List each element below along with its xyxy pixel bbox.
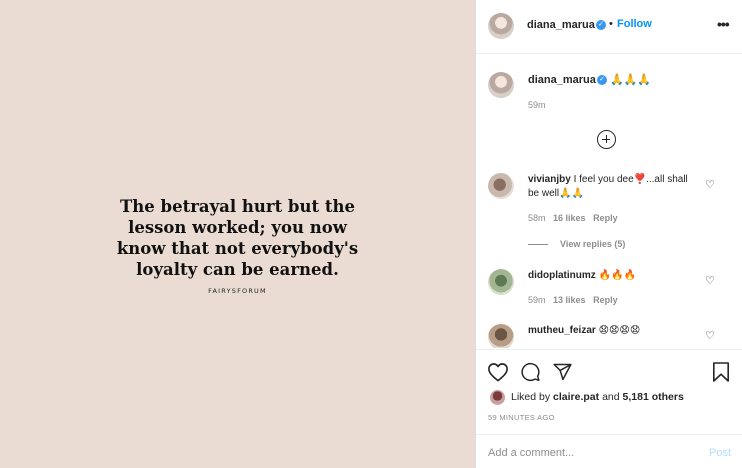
- comment-username[interactable]: mutheu_feizar: [528, 325, 596, 336]
- reply-button[interactable]: Reply: [593, 295, 618, 305]
- comment-likes[interactable]: 16 likes: [553, 213, 586, 223]
- add-comment-bar: Post: [476, 434, 742, 468]
- comment-bubble-icon[interactable]: [520, 362, 541, 382]
- post-header: diana_marua ✓ • Follow •••: [476, 0, 742, 54]
- more-options-icon[interactable]: •••: [717, 16, 730, 32]
- author-username[interactable]: diana_marua: [527, 19, 595, 31]
- caption-username[interactable]: diana_marua: [528, 74, 596, 86]
- verified-icon: ✓: [597, 75, 607, 85]
- comment-time[interactable]: 58m: [528, 213, 546, 223]
- comment-username[interactable]: didoplatinumz: [528, 270, 596, 281]
- liked-by-others[interactable]: 5,181 others: [623, 391, 684, 403]
- comment-meta: 58m 16 likes Reply: [528, 213, 618, 223]
- caption-avatar[interactable]: [488, 72, 514, 98]
- comment-body: didoplatinumz 🔥🔥🔥: [528, 269, 688, 283]
- post-side-panel: diana_marua ✓ • Follow ••• diana_marua ✓…: [475, 0, 742, 468]
- like-comment-icon[interactable]: ♡: [705, 329, 715, 342]
- like-comment-icon[interactable]: ♡: [705, 274, 715, 287]
- liked-by-and: and: [602, 391, 620, 403]
- caption-time[interactable]: 59m: [528, 100, 546, 110]
- comment-body: vivianjby I feel you dee❣️...all shall b…: [528, 173, 688, 201]
- save-bookmark-icon[interactable]: [712, 362, 730, 382]
- post-comment-button[interactable]: Post: [709, 447, 731, 459]
- like-heart-icon[interactable]: [487, 362, 509, 382]
- comment-likes[interactable]: 13 likes: [553, 295, 586, 305]
- post-actions: Liked by claire.pat and 5,181 others 59 …: [476, 349, 742, 434]
- like-comment-icon[interactable]: ♡: [705, 178, 715, 191]
- comment-text: 😧😧😧😧: [598, 325, 641, 336]
- comment-avatar[interactable]: [488, 324, 514, 348]
- share-icon[interactable]: [552, 362, 573, 382]
- comment-avatar[interactable]: [488, 173, 514, 199]
- follow-button[interactable]: Follow: [617, 18, 652, 30]
- replies-divider: [528, 244, 548, 245]
- add-comment-input[interactable]: [488, 445, 688, 461]
- view-replies-button[interactable]: View replies (5): [560, 239, 625, 249]
- verified-icon: ✓: [596, 20, 606, 30]
- post-timestamp[interactable]: 59 MINUTES AGO: [488, 413, 555, 422]
- post-image-source: FAIRYSFORUM: [208, 287, 267, 295]
- liked-by-prefix: Liked by: [511, 391, 551, 403]
- view-replies-label: View replies (5): [560, 239, 626, 249]
- header-separator: •: [609, 18, 613, 30]
- comment-username[interactable]: vivianjby: [528, 174, 571, 185]
- post-image-quote: The betrayal hurt but the lesson worked;…: [116, 197, 359, 279]
- load-more-comments-icon[interactable]: [597, 130, 616, 149]
- comment-text: 🔥🔥🔥: [598, 270, 636, 281]
- liked-by-line: Liked by claire.pat and 5,181 others: [511, 391, 684, 403]
- author-avatar[interactable]: [488, 13, 514, 39]
- comment-body: mutheu_feizar 😧😧😧😧: [528, 324, 688, 338]
- comment-meta: 59m 13 likes Reply: [528, 295, 618, 305]
- comment-avatar[interactable]: [488, 269, 514, 295]
- liker-avatar[interactable]: [490, 390, 505, 405]
- instagram-post-modal: The betrayal hurt but the lesson worked;…: [0, 0, 742, 468]
- liked-by-user[interactable]: claire.pat: [553, 391, 599, 403]
- reply-button[interactable]: Reply: [593, 213, 618, 223]
- post-image[interactable]: The betrayal hurt but the lesson worked;…: [0, 0, 475, 468]
- comment-time[interactable]: 59m: [528, 295, 546, 305]
- comments-scroll-area[interactable]: diana_marua ✓ 🙏🙏🙏 59m vivianjby I feel y…: [476, 55, 742, 348]
- caption-text: 🙏🙏🙏: [610, 74, 652, 86]
